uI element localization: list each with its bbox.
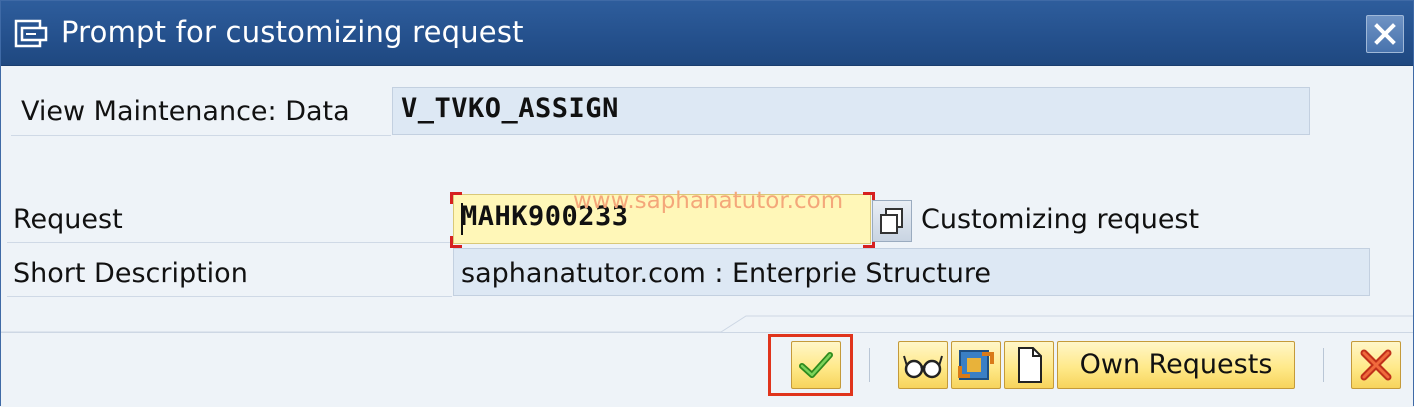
display-request-button[interactable] [898, 341, 948, 389]
close-button[interactable] [1366, 15, 1404, 53]
create-transport-button[interactable] [951, 341, 1001, 389]
request-value-help-button[interactable] [872, 200, 912, 242]
view-maintenance-label: View Maintenance: Data [21, 96, 350, 127]
close-icon [1374, 23, 1396, 45]
own-requests-button[interactable]: Own Requests [1057, 341, 1295, 389]
toolbar-separator [869, 348, 870, 382]
new-request-button[interactable] [1004, 341, 1054, 389]
row-divider [7, 242, 452, 243]
request-label: Request [13, 204, 123, 235]
view-maintenance-value: V_TVKO_ASSIGN [401, 93, 619, 124]
toolbar-separator [1323, 348, 1324, 382]
cancel-button[interactable] [1351, 341, 1401, 389]
own-requests-label: Own Requests [1079, 349, 1273, 380]
cancel-icon [1360, 349, 1392, 381]
short-description-label: Short Description [13, 258, 248, 289]
transport-icon [958, 350, 994, 380]
request-type-label: Customizing request [921, 204, 1200, 235]
customizing-request-dialog: Prompt for customizing request View Main… [0, 0, 1414, 407]
watermark: www.saphanatutor.com [573, 188, 844, 214]
dialog-title: Prompt for customizing request [61, 15, 524, 49]
text-cursor [461, 203, 463, 235]
glasses-icon [903, 355, 943, 379]
required-marker [450, 236, 462, 248]
continue-highlight [768, 334, 853, 396]
toolbar-shade [1, 315, 1413, 333]
short-description-value: saphanatutor.com : Enterprie Structure [461, 258, 992, 289]
dialog-prompt-icon [14, 19, 48, 49]
new-document-icon [1018, 347, 1042, 383]
row-divider [7, 296, 452, 297]
row-divider [11, 135, 391, 136]
title-bar: Prompt for customizing request [1, 1, 1413, 66]
copy-icon [880, 208, 903, 234]
